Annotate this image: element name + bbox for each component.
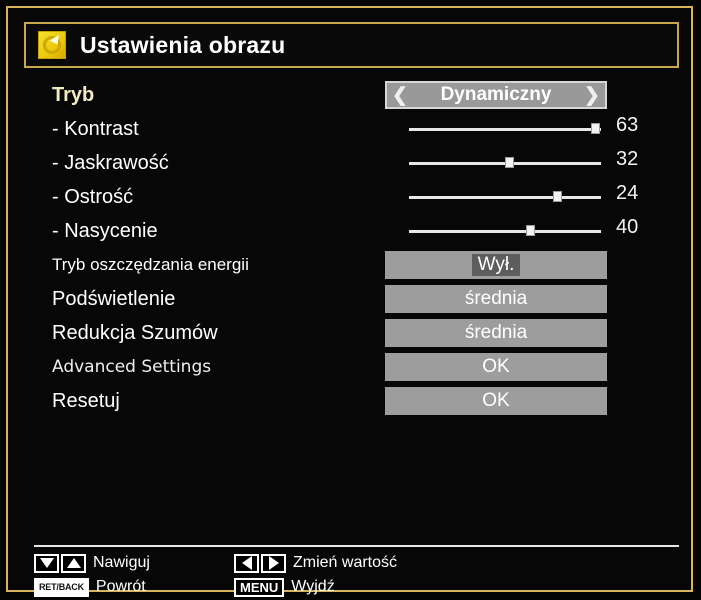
tv-osd-screen: Ustawienia obrazu Tryb ❮ Dynamiczny ❯ - … (0, 0, 701, 600)
menu-label-brightness: - Jaskrawość (52, 151, 169, 174)
menu-row-mode[interactable]: Tryb ❮ Dynamiczny ❯ (24, 78, 679, 112)
saturation-value: 40 (616, 216, 639, 238)
arrow-up-icon[interactable] (61, 553, 86, 573)
mode-option-selector[interactable]: ❮ Dynamiczny ❯ (385, 81, 607, 109)
hint-navigate-label: Nawiguj (93, 554, 150, 571)
saturation-slider-knob[interactable] (525, 225, 535, 236)
advanced-settings-value: OK (482, 356, 510, 377)
menu-row-backlight[interactable]: Podświetlenie średnia (24, 282, 679, 316)
noise-reduction-value: średnia (464, 322, 528, 343)
contrast-slider-knob[interactable] (591, 123, 601, 134)
sharpness-slider-track (409, 196, 601, 199)
sharpness-value: 24 (616, 182, 639, 204)
brightness-slider-knob[interactable] (504, 157, 514, 168)
page-title: Ustawienia obrazu (80, 31, 286, 58)
menu-row-advanced-settings[interactable]: Advanced Settings OK (24, 350, 679, 384)
backlight-value-box[interactable]: średnia (385, 285, 607, 313)
title-bar: Ustawienia obrazu (24, 22, 679, 68)
reset-value-box[interactable]: OK (385, 387, 607, 415)
menu-row-power-save-mode[interactable]: Tryb oszczędzania energii Wył. (24, 248, 679, 282)
contrast-slider[interactable] (409, 112, 601, 146)
arrow-right-icon[interactable] (261, 553, 286, 573)
hint-change-value: Zmień wartość (234, 553, 397, 573)
chevron-right-icon[interactable]: ❯ (579, 86, 605, 105)
menu-label-contrast: - Kontrast (52, 117, 139, 140)
arrow-down-icon[interactable] (34, 553, 59, 573)
sharpness-slider[interactable] (409, 180, 601, 214)
hint-exit-label: Wyjdź (291, 578, 335, 595)
advanced-settings-value-box[interactable]: OK (385, 353, 607, 381)
hint-back: RET/BACK Powrót (34, 577, 146, 597)
menu-row-noise-reduction[interactable]: Redukcja Szumów średnia (24, 316, 679, 350)
menu-row-brightness[interactable]: - Jaskrawość 32 (24, 146, 679, 180)
menu-row-reset[interactable]: Resetuj OK (24, 384, 679, 418)
brightness-value: 32 (616, 148, 639, 170)
menu-row-saturation[interactable]: - Nasycenie 40 (24, 214, 679, 248)
hint-change-value-label: Zmień wartość (293, 554, 398, 571)
ret-back-key-label: RET/BACK (39, 582, 84, 592)
menu-label-mode: Tryb (52, 83, 95, 106)
menu-row-sharpness[interactable]: - Ostrość 24 (24, 180, 679, 214)
menu-label-advanced-settings: Advanced Settings (52, 357, 212, 377)
ret-back-key-icon[interactable]: RET/BACK (34, 577, 89, 597)
hint-navigate: Nawiguj (34, 553, 150, 573)
power-save-mode-value-box[interactable]: Wył. (385, 251, 607, 279)
reset-value: OK (482, 390, 510, 411)
noise-reduction-value-box[interactable]: średnia (385, 319, 607, 347)
menu-label-power-save-mode: Tryb oszczędzania energii (52, 255, 249, 274)
hint-exit: MENU Wyjdź (234, 577, 335, 597)
menu-label-noise-reduction: Redukcja Szumów (52, 321, 218, 344)
contrast-value: 63 (616, 114, 639, 136)
sharpness-slider-knob[interactable] (552, 191, 562, 202)
hint-back-label: Powrót (95, 578, 146, 595)
saturation-slider-track (409, 230, 601, 233)
menu-label-saturation: - Nasycenie (52, 219, 158, 242)
contrast-slider-track (409, 128, 601, 131)
arrow-left-icon[interactable] (234, 553, 259, 573)
backlight-value: średnia (464, 288, 528, 309)
brightness-slider[interactable] (409, 146, 601, 180)
mode-option-value: Dynamiczny (440, 84, 552, 105)
menu-label-reset: Resetuj (52, 389, 120, 412)
picture-settings-icon (38, 31, 66, 59)
menu-label-backlight: Podświetlenie (52, 287, 176, 310)
saturation-slider[interactable] (409, 214, 601, 248)
menu-key-icon[interactable]: MENU (234, 577, 285, 597)
settings-menu: Tryb ❮ Dynamiczny ❯ - Kontrast 63 - Jask… (24, 78, 679, 418)
chevron-left-icon[interactable]: ❮ (387, 86, 413, 105)
menu-key-label: MENU (240, 579, 279, 595)
menu-label-sharpness: - Ostrość (52, 185, 134, 208)
power-save-mode-value: Wył. (471, 254, 521, 276)
menu-row-contrast[interactable]: - Kontrast 63 (24, 112, 679, 146)
footer-separator (34, 545, 679, 547)
osd-frame: Ustawienia obrazu Tryb ❮ Dynamiczny ❯ - … (6, 6, 693, 597)
footer-hints: Nawiguj Zmień wartość RET/BACK Powrót ME… (34, 551, 679, 597)
